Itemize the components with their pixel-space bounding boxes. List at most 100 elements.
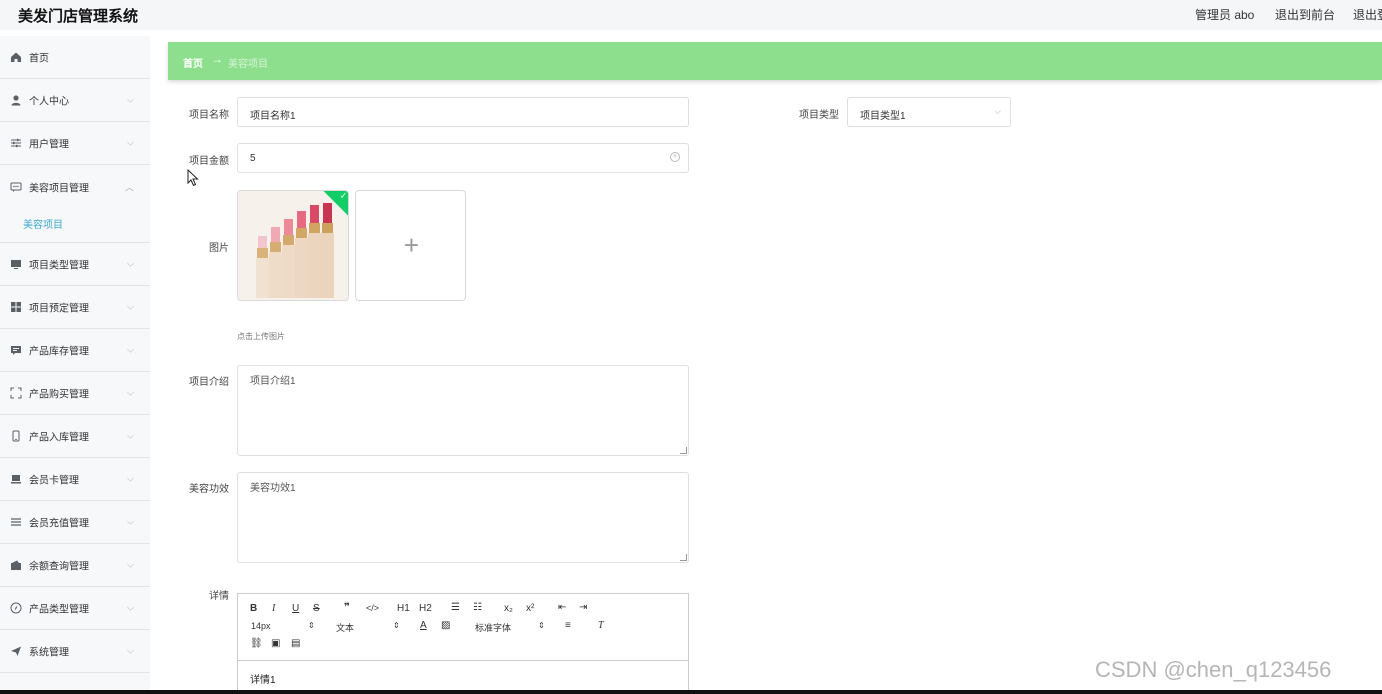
chevron-down-icon: ⌵	[127, 301, 134, 312]
chevron-down-icon: ⌵	[127, 94, 134, 105]
effect-textarea[interactable]: 美容功效1	[237, 472, 689, 563]
phone-icon	[10, 430, 22, 442]
video-icon[interactable]: ▤	[291, 638, 300, 649]
strikethrough-icon[interactable]: S	[313, 603, 320, 614]
card-icon	[10, 473, 22, 485]
top-header: 美发门店管理系统 管理员 abo 退出到前台 退出登录	[0, 0, 1382, 30]
font-family-select[interactable]: 标准字体	[475, 621, 511, 634]
uploaded-image-lipsticks[interactable]: ✓	[237, 190, 349, 301]
ordered-list-icon[interactable]: ☰	[451, 602, 460, 613]
plus-icon: +	[403, 230, 420, 260]
user-icon	[10, 94, 22, 106]
sidebar-item-system[interactable]: 系统管理 ⌵	[0, 630, 150, 673]
sidebar-item-users[interactable]: 用户管理 ⌵	[0, 122, 150, 165]
sidebar-item-label: 产品类型管理	[29, 604, 89, 616]
admin-user-link[interactable]: 管理员 abo	[1195, 6, 1254, 23]
rich-text-editor[interactable]: B I U S ❞ </> H1 H2 ☰ ☷ x₂ x² ⇤ ⇥ 14px ⇕…	[237, 593, 689, 694]
detail-label: 详情	[209, 591, 229, 602]
italic-icon[interactable]: I	[272, 603, 275, 614]
bullet-list-icon[interactable]: ☷	[473, 602, 482, 613]
image-icon[interactable]: ▣	[271, 638, 280, 649]
message-icon	[10, 344, 22, 356]
sidebar-item-inventory[interactable]: 产品库存管理 ⌵	[0, 329, 150, 372]
sidebar-subitem-beauty-project[interactable]: 美容项目	[0, 202, 150, 243]
grid-icon	[10, 301, 22, 313]
font-color-icon[interactable]: A	[420, 620, 427, 631]
align-left-icon[interactable]: ≡	[565, 620, 571, 631]
price-label: 项目金额	[189, 156, 229, 167]
sidebar-item-label: 产品库存管理	[29, 346, 89, 358]
chevron-down-icon: ⌵	[127, 258, 134, 269]
lipstick-image	[238, 191, 348, 300]
font-size-arrows-icon[interactable]: ⇕	[308, 621, 315, 630]
indent-icon[interactable]: ⇥	[579, 602, 587, 613]
name-value: 项目名称1	[250, 111, 296, 122]
underline-icon[interactable]: U	[292, 603, 299, 614]
name-input[interactable]: 项目名称1	[237, 97, 689, 127]
compass-icon	[10, 602, 22, 614]
sidebar-item-personal[interactable]: 个人中心 ⌵	[0, 79, 150, 122]
chevron-down-icon: ⌵	[127, 344, 134, 355]
heading-2-icon[interactable]: H2	[419, 603, 432, 614]
clear-icon[interactable]: ×	[670, 152, 680, 162]
sidebar-item-label: 系统管理	[29, 647, 69, 659]
superscript-icon[interactable]: x²	[526, 603, 534, 614]
back-to-front-link[interactable]: 退出到前台	[1275, 6, 1335, 23]
image-label: 图片	[209, 243, 229, 254]
type-select[interactable]: 项目类型1 ⌵	[847, 97, 1011, 127]
chevron-down-icon: ⌵	[127, 137, 134, 148]
resize-handle-icon[interactable]	[680, 447, 687, 454]
type-value: 项目类型1	[860, 111, 906, 122]
bottom-edge	[0, 690, 1382, 694]
block-type-select[interactable]: 文本	[336, 621, 354, 634]
name-label: 项目名称	[189, 110, 229, 121]
logout-link[interactable]: 退出登录	[1353, 6, 1382, 23]
breadcrumb-home[interactable]: 首页	[183, 55, 203, 70]
home-icon	[10, 51, 22, 63]
sidebar: 首页 个人中心 ⌵ 用户管理 ⌵ 美容项目管理 ︿ 美容项目 项目类型管理 ⌵ …	[0, 36, 150, 694]
subscript-icon[interactable]: x₂	[504, 603, 513, 614]
sidebar-item-label: 项目类型管理	[29, 260, 89, 272]
check-icon: ✓	[339, 190, 348, 201]
price-input[interactable]: 5 ×	[237, 143, 689, 173]
wallet-icon	[10, 559, 22, 571]
clear-format-icon[interactable]: T	[598, 620, 604, 631]
chevron-down-icon: ⌵	[127, 559, 134, 570]
sidebar-item-label: 产品购买管理	[29, 389, 89, 401]
sidebar-item-member-cards[interactable]: 会员卡管理 ⌵	[0, 458, 150, 501]
outdent-icon[interactable]: ⇤	[558, 602, 566, 613]
font-size-select[interactable]: 14px	[251, 621, 271, 631]
sidebar-item-balance[interactable]: 余额查询管理 ⌵	[0, 544, 150, 587]
sidebar-item-label: 个人中心	[29, 96, 69, 108]
resize-handle-icon[interactable]	[680, 554, 687, 561]
chevron-down-icon: ⌵	[127, 602, 134, 613]
chevron-down-icon: ⌵	[127, 516, 134, 527]
link-icon[interactable]: ⛓	[250, 638, 263, 649]
font-family-arrows-icon[interactable]: ⇕	[538, 621, 545, 630]
heading-1-icon[interactable]: H1	[397, 603, 410, 614]
sidebar-item-stock-in[interactable]: 产品入库管理 ⌵	[0, 415, 150, 458]
background-color-icon[interactable]: ▨	[441, 620, 450, 631]
blockquote-icon[interactable]: ❞	[344, 602, 350, 613]
intro-textarea[interactable]: 项目介绍1	[237, 365, 689, 456]
sidebar-item-purchases[interactable]: 产品购买管理 ⌵	[0, 372, 150, 415]
sidebar-subitem-label: 美容项目	[23, 220, 63, 231]
mouse-cursor-icon	[187, 169, 199, 187]
sidebar-item-label: 美容项目管理	[29, 183, 89, 194]
sidebar-item-product-types[interactable]: 产品类型管理 ⌵	[0, 587, 150, 630]
sidebar-item-label: 首页	[29, 53, 49, 65]
code-block-icon[interactable]: </>	[366, 603, 379, 613]
sidebar-item-label: 会员充值管理	[29, 518, 89, 530]
sidebar-item-home[interactable]: 首页	[0, 36, 150, 79]
add-image-button[interactable]: +	[355, 190, 466, 301]
sidebar-item-project-types[interactable]: 项目类型管理 ⌵	[0, 243, 150, 286]
editor-content[interactable]: 详情1	[250, 671, 276, 686]
effect-value: 美容功效1	[250, 483, 296, 494]
effect-label: 美容功效	[189, 484, 229, 495]
sidebar-item-recharge[interactable]: 会员充值管理 ⌵	[0, 501, 150, 544]
sidebar-item-reservations[interactable]: 项目预定管理 ⌵	[0, 286, 150, 329]
price-value: 5	[250, 153, 256, 164]
watermark: CSDN @chen_q123456	[1095, 657, 1332, 682]
bold-icon[interactable]: B	[250, 603, 257, 614]
block-type-arrows-icon[interactable]: ⇕	[393, 621, 400, 630]
